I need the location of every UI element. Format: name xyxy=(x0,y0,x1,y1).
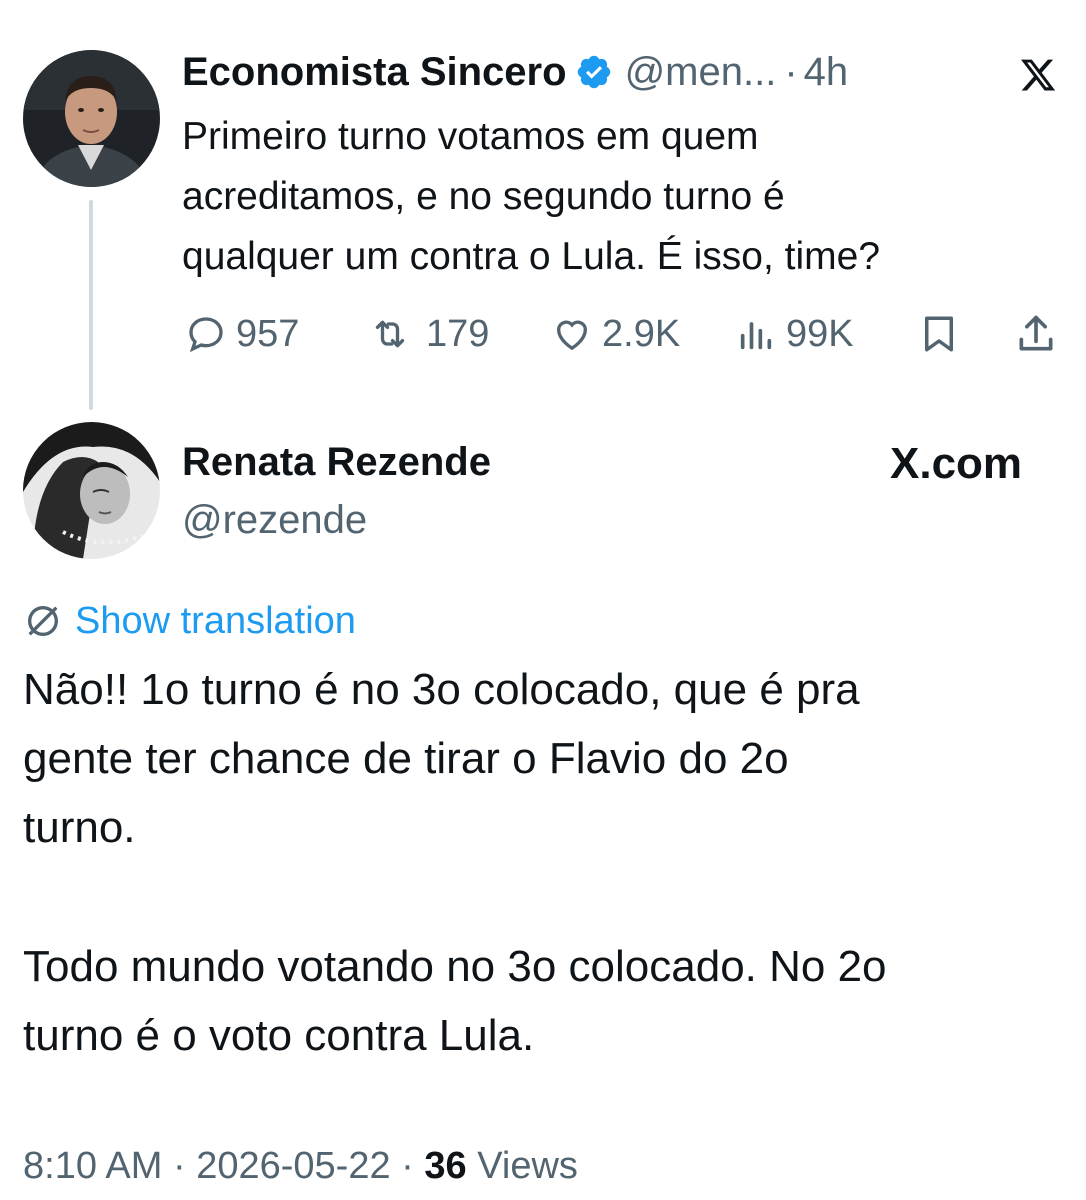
views-button[interactable]: 99K xyxy=(736,310,854,358)
views-count: 99K xyxy=(786,313,854,355)
separator-dot: · xyxy=(784,50,798,94)
globe-slash-icon xyxy=(28,606,58,636)
repost-button[interactable]: 179 xyxy=(364,310,489,358)
views-chart-icon xyxy=(740,322,772,350)
tweet-line: acreditamos, e no segundo turno é xyxy=(182,175,785,218)
reply-line: Todo mundo votando no 3o colocado. No 2o xyxy=(23,942,887,991)
footer-separator: · xyxy=(401,1145,414,1187)
reply-line: Não!! 1o turno é no 3o colocado, que é p… xyxy=(23,665,860,714)
handle[interactable]: @men... xyxy=(625,48,777,96)
tweet-footer: 8:10 AM · 2026-05-22 · 36 Views xyxy=(23,1142,578,1190)
bookmark-icon xyxy=(925,316,953,352)
like-button[interactable]: 2.9K xyxy=(552,310,680,358)
parent-tweet-text: Primeiro turno votamos em quem acreditam… xyxy=(182,107,1062,287)
xcom-brand[interactable]: X.com xyxy=(890,438,1022,490)
share-icon xyxy=(1019,315,1053,351)
brand-label: X.com xyxy=(890,439,1023,488)
views-label: Views xyxy=(477,1145,578,1187)
reply-line: gente ter chance de tirar o Flavio do 2o xyxy=(23,734,789,783)
x-logo-icon[interactable] xyxy=(1018,56,1058,94)
reply-line: turno é o voto contra Lula. xyxy=(23,1011,535,1060)
repost-icon xyxy=(375,320,405,348)
thread-connector xyxy=(89,200,93,410)
bookmark-button[interactable] xyxy=(918,312,960,361)
tweet-line: Primeiro turno votamos em quem xyxy=(182,115,759,158)
reply-button[interactable]: 957 xyxy=(186,310,299,358)
repost-count: 179 xyxy=(426,313,490,355)
verified-badge-icon xyxy=(575,53,613,91)
views-total: 36 xyxy=(424,1145,467,1187)
tweet-line: qualquer um contra o Lula. É isso, time? xyxy=(182,235,881,278)
reply-line: turno. xyxy=(23,803,136,852)
avatar-economista[interactable] xyxy=(23,50,160,187)
like-count: 2.9K xyxy=(602,313,681,355)
share-button[interactable] xyxy=(1014,312,1058,361)
reply-icon xyxy=(189,317,223,353)
reply-count: 957 xyxy=(236,313,300,355)
footer-separator: · xyxy=(172,1145,186,1187)
timestamp[interactable]: 4h xyxy=(804,48,849,96)
reply-paragraph-1: Não!! 1o turno é no 3o colocado, que é p… xyxy=(23,655,1073,862)
show-translation-label: Show translation xyxy=(75,600,356,642)
avatar-renata[interactable] xyxy=(23,422,160,559)
reply-paragraph-2: Todo mundo votando no 3o colocado. No 2o… xyxy=(23,932,1073,1070)
post-time[interactable]: 8:10 AM xyxy=(23,1145,162,1187)
parent-tweet-header: Economista Sincero @men... · 4h xyxy=(182,48,848,96)
reply-handle[interactable]: @rezende xyxy=(182,496,367,544)
reply-display-name[interactable]: Renata Rezende xyxy=(182,438,491,486)
display-name[interactable]: Economista Sincero xyxy=(182,48,567,96)
heart-icon xyxy=(556,320,588,351)
post-date[interactable]: 2026-05-22 xyxy=(196,1145,390,1187)
show-translation-link[interactable]: Show translation xyxy=(23,598,356,644)
